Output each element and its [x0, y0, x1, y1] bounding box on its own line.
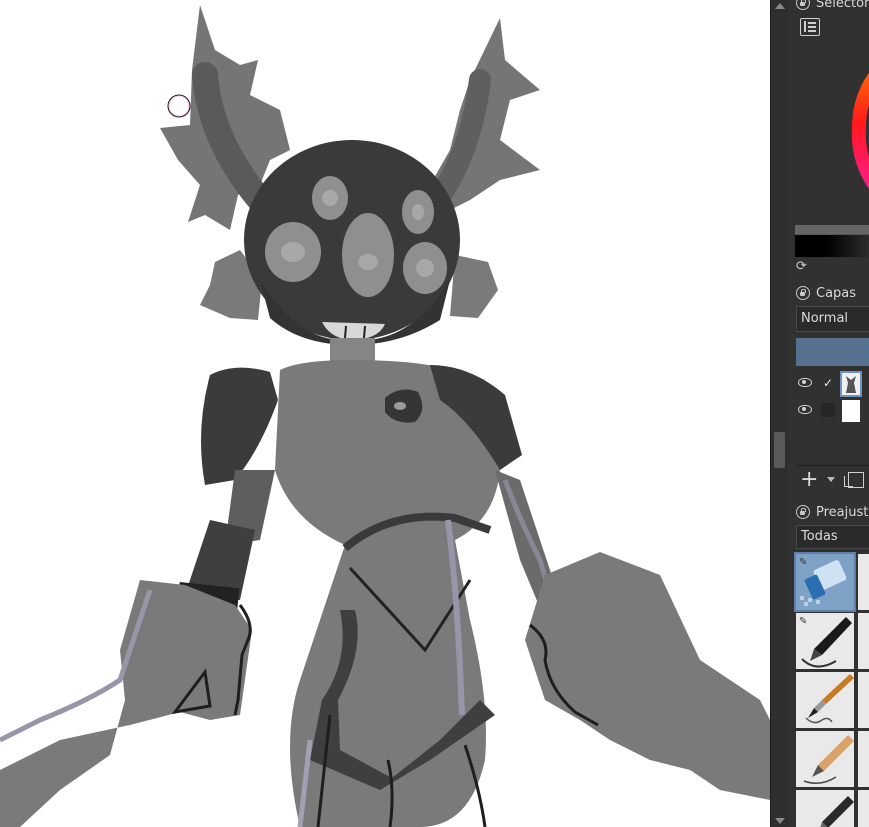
layer-check-icon[interactable]: [821, 403, 835, 417]
lock-icon[interactable]: [796, 286, 810, 300]
layer-row-1[interactable]: ✓: [796, 371, 869, 397]
layer-thumbnail[interactable]: [840, 371, 862, 397]
presets-header[interactable]: Preajustes: [796, 502, 869, 522]
pencil-brush-icon[interactable]: [796, 731, 854, 787]
paintbrush-icon[interactable]: [796, 672, 854, 728]
scroll-down-arrow-icon[interactable]: [775, 818, 785, 824]
scroll-up-arrow-icon[interactable]: [775, 3, 785, 9]
color-selector-header[interactable]: Selector: [796, 0, 869, 13]
eye-icon[interactable]: [798, 405, 812, 414]
layer-check-icon[interactable]: ✓: [821, 376, 835, 390]
layer-row-2[interactable]: [796, 399, 869, 423]
left-hand: [0, 580, 252, 827]
canvas-artwork: [0, 5, 770, 827]
presets-title: Preajustes: [816, 504, 869, 520]
right-docker-panel: Selector ⟳ Capas Normal ✓ + Preajust Tod…: [788, 0, 869, 827]
preset-column-2[interactable]: [858, 613, 869, 669]
selector-settings-icon[interactable]: [800, 18, 820, 36]
eye-icon[interactable]: [798, 378, 812, 387]
layer-thumbnail[interactable]: [842, 400, 860, 422]
layers-divider: [796, 465, 869, 466]
preset-column-2[interactable]: [858, 790, 869, 827]
lock-icon[interactable]: [796, 505, 810, 519]
brush-cursor: [167, 94, 191, 118]
preset-column-2[interactable]: [858, 731, 869, 787]
color-wheel-ring[interactable]: [844, 18, 869, 218]
layers-title: Capas: [816, 285, 857, 301]
right-hand: [525, 552, 770, 800]
duplicate-layer-icon[interactable]: [844, 472, 864, 488]
preset-filter-select[interactable]: Todas: [796, 525, 869, 549]
marker-brush-icon[interactable]: [796, 790, 854, 827]
value-gradient-bar[interactable]: [795, 225, 869, 257]
scroll-thumb[interactable]: [774, 432, 785, 468]
ink-pen-brush-icon[interactable]: ✎: [796, 613, 854, 669]
add-layer-dropdown-icon[interactable]: [827, 477, 835, 482]
left-shoulder: [201, 367, 278, 485]
refresh-icon[interactable]: ⟳: [796, 260, 809, 273]
layers-header[interactable]: Capas: [796, 283, 856, 303]
lock-icon[interactable]: [796, 0, 810, 10]
blend-mode-select[interactable]: Normal: [796, 306, 869, 332]
add-layer-plus-icon[interactable]: +: [800, 469, 818, 491]
eraser-brush-icon[interactable]: ✎: [794, 552, 856, 612]
preset-column-2[interactable]: [858, 672, 869, 728]
right-head-fin: [450, 255, 498, 318]
layer-opacity-slider[interactable]: [796, 338, 869, 366]
drawing-canvas[interactable]: [0, 0, 770, 827]
color-selector-title: Selector: [816, 0, 869, 11]
preset-column-2[interactable]: [858, 554, 869, 610]
canvas-vertical-scrollbar[interactable]: [770, 0, 788, 827]
